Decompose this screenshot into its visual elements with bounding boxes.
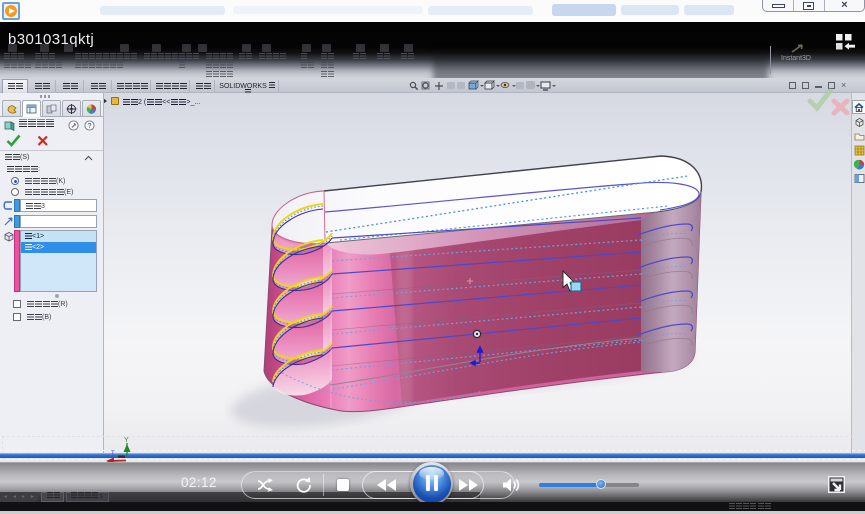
svg-text:T: T: [111, 451, 115, 457]
svg-text:Y: Y: [124, 437, 129, 444]
svg-text:?: ?: [88, 123, 92, 130]
